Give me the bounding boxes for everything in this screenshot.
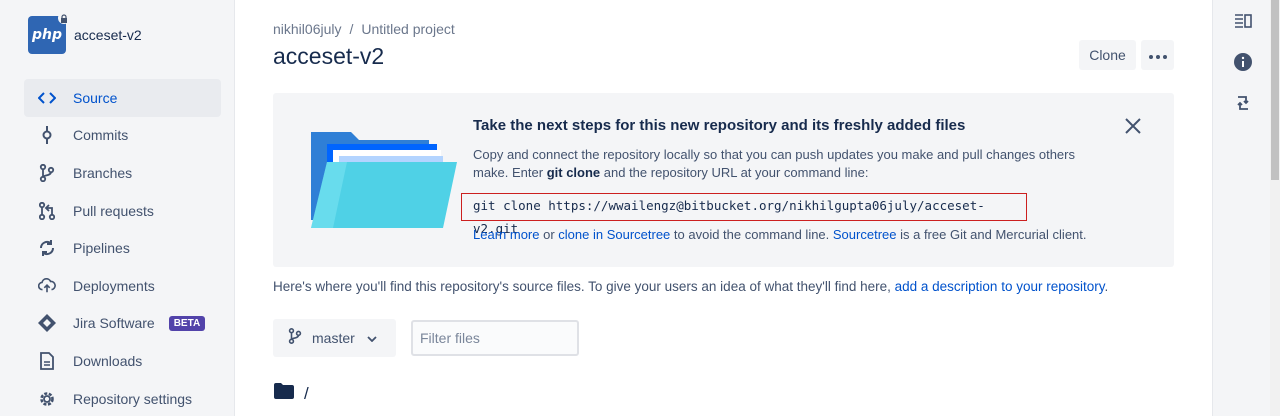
sidebar-item-branches[interactable]: Branches [24,154,221,192]
folder-illustration-icon [309,130,459,235]
branch-icon [288,327,302,349]
sidebar-item-pipelines[interactable]: Pipelines [24,229,221,267]
root-path: / [304,383,309,403]
more-actions-button[interactable] [1141,40,1174,70]
breadcrumb-user[interactable]: nikhil06july [273,21,341,37]
branch-selector[interactable]: master [273,319,396,357]
sidebar-item-commits[interactable]: Commits [24,117,221,155]
pull-request-icon [38,201,56,220]
panel-or-text: or [539,227,559,242]
sidebar-item-label: Pull requests [73,202,154,219]
clone-command-field[interactable]: git clone https://wwailengz@bitbucket.or… [461,193,1027,236]
branch-icon [38,163,56,182]
sidebar-item-label: Branches [73,164,133,181]
folder-icon [274,383,294,404]
sidebar-item-label: Jira Software [73,315,155,332]
sidebar-item-label: Repository settings [73,390,193,407]
clone-in-sourcetree-link[interactable]: clone in Sourcetree [558,227,670,242]
sidebar-item-label: Pipelines [73,240,130,257]
panel-text-bold: git clone [546,165,601,180]
panel-instructions: Copy and connect the repository locally … [473,146,1113,182]
breadcrumb: nikhil06july / Untitled project [273,21,455,37]
page-title: acceset-v2 [273,43,385,69]
repo-name[interactable]: acceset-v2 [74,27,142,43]
add-description-link[interactable]: add a description to your repository [895,279,1105,294]
description-text: Here's where you'll find this repository… [273,279,895,294]
panel-title: Take the next steps for this new reposit… [473,117,966,134]
panel-links: Learn more or clone in Sourcetree to avo… [473,227,1087,242]
breadcrumb-separator: / [349,21,354,37]
chevron-down-icon [367,329,377,347]
scrollbar-thumb[interactable] [1271,0,1279,180]
description-end: . [1104,279,1109,294]
pipelines-icon [38,239,56,257]
panel-text-part2: and the repository URL at your command l… [600,165,869,180]
commit-icon [38,126,56,145]
next-steps-panel: Take the next steps for this new reposit… [273,93,1174,267]
sidebar-item-label: Downloads [73,352,143,369]
sidebar-item-downloads[interactable]: Downloads [24,342,221,380]
compare-icon[interactable] [1233,93,1253,113]
sidebar-item-label: Source [73,89,118,106]
filter-files-input[interactable] [411,320,579,356]
lock-icon [58,12,70,24]
close-icon[interactable] [1123,116,1143,136]
right-rail [1212,0,1270,416]
panel-avoid-text: to avoid the command line. [670,227,833,242]
branch-name: master [312,330,355,346]
sourcetree-link[interactable]: Sourcetree [833,227,897,242]
gear-icon [38,390,56,408]
sidebar-item-source[interactable]: Source [24,79,221,117]
sidebar-item-jira-software[interactable]: Jira Software BETA [24,305,221,343]
sidebar-item-repository-settings[interactable]: Repository settings [24,380,221,416]
sidebar: php acceset-v2 Source Commits Branches P… [0,0,235,416]
sidebar-item-label: Commits [73,127,129,144]
sidebar-nav: Source Commits Branches Pull requests Pi… [24,79,221,416]
jira-icon [38,314,56,333]
source-description: Here's where you'll find this repository… [273,279,1108,294]
breadcrumb-project[interactable]: Untitled project [361,21,454,37]
deployments-icon [38,277,56,295]
sidebar-item-label: Deployments [73,277,155,294]
code-icon [38,89,56,107]
repo-avatar: php [28,12,70,54]
scrollbar[interactable] [1270,0,1280,416]
downloads-icon [38,352,56,370]
sidebar-item-deployments[interactable]: Deployments [24,267,221,305]
more-icon [1148,46,1167,64]
panel-free-text: is a free Git and Mercurial client. [896,227,1087,242]
repo-header[interactable]: php acceset-v2 [28,12,142,54]
info-icon[interactable] [1233,52,1253,72]
repo-logo-text: php [31,27,62,43]
beta-badge: BETA [168,315,206,331]
sidebar-item-pull-requests[interactable]: Pull requests [24,192,221,230]
learn-more-link[interactable]: Learn more [473,227,539,242]
expand-panel-icon[interactable] [1233,11,1253,31]
clone-button[interactable]: Clone [1079,40,1136,70]
file-tree-root[interactable]: / [274,383,309,404]
